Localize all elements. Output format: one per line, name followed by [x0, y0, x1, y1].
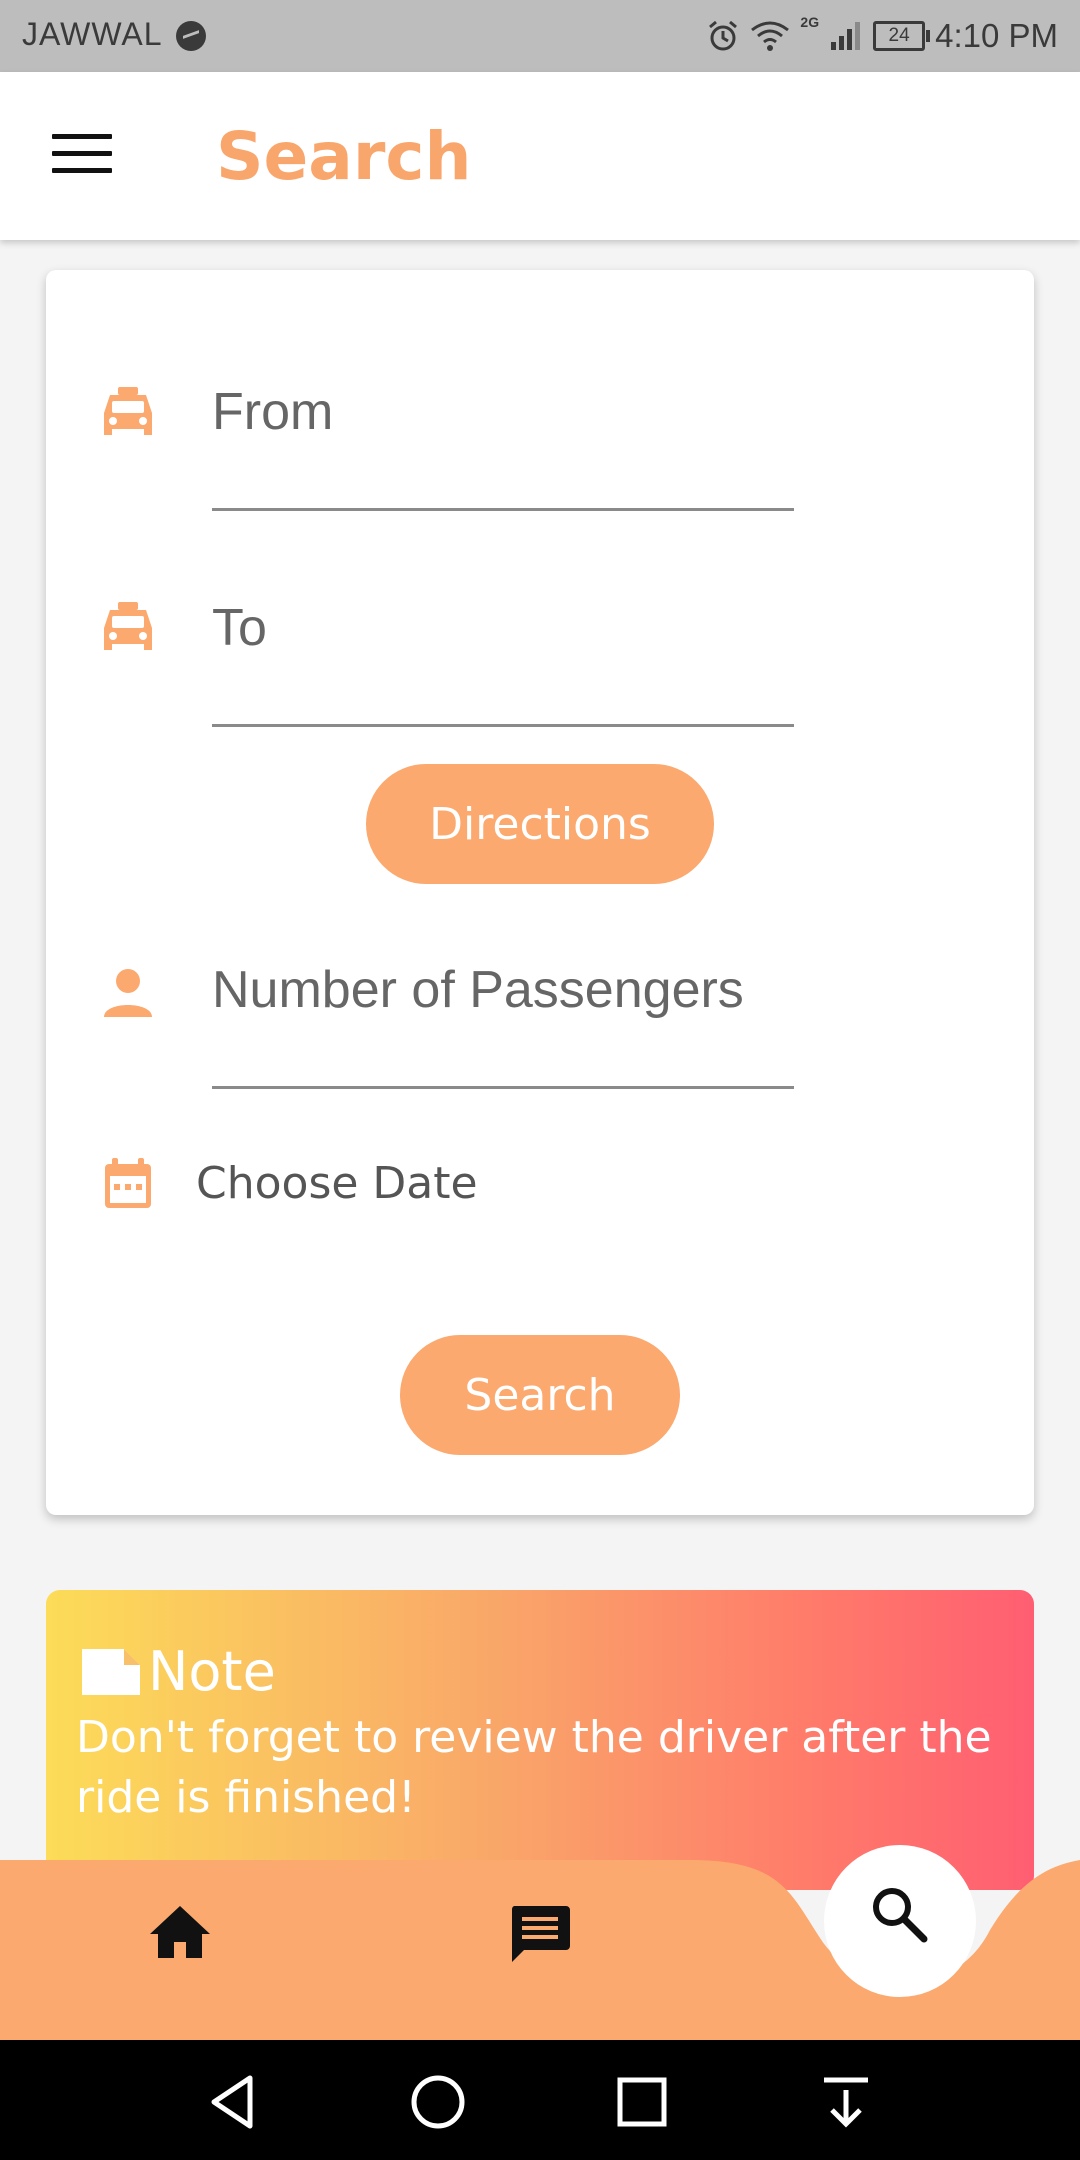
note-text: Don't forget to review the driver after … [76, 1712, 992, 1823]
hamburger-menu-icon[interactable] [52, 134, 112, 178]
battery-icon: 24 [873, 21, 931, 51]
to-underline [212, 724, 794, 727]
passengers-underline [212, 1086, 794, 1089]
clock: 4:10 PM [935, 17, 1058, 54]
app-bar: Search [0, 72, 1080, 240]
choose-date-label[interactable]: Choose Date [196, 1158, 478, 1209]
system-navigation-bar [0, 2040, 1080, 2160]
search-nav-button[interactable] [824, 1845, 976, 1997]
search-icon [873, 1888, 928, 1943]
directions-button[interactable]: Directions [366, 764, 714, 884]
chat-icon[interactable] [508, 1902, 572, 1966]
wifi-icon [751, 21, 790, 51]
note-header: Note [80, 1640, 276, 1703]
search-card: Directions Choose Date Search [46, 270, 1034, 1515]
note-title: Note [148, 1640, 276, 1703]
to-input[interactable] [212, 598, 794, 658]
home-icon[interactable] [148, 1902, 212, 1962]
taxi-icon [104, 602, 152, 650]
status-indicators: 2G 24 4:10 PM [706, 14, 1058, 58]
status-bar: JAWWAL 2G 24 4:10 PM [0, 0, 1080, 72]
from-underline [212, 508, 794, 511]
search-button[interactable]: Search [400, 1335, 680, 1455]
person-icon [104, 969, 152, 1017]
passengers-input[interactable] [212, 960, 794, 1020]
note-icon [82, 1648, 140, 1695]
page-title: Search [216, 118, 472, 195]
signal-icon [831, 22, 861, 50]
from-input[interactable] [212, 382, 794, 442]
calendar-icon [105, 1158, 151, 1208]
taxi-icon [104, 387, 152, 435]
carrier-name: JAWWAL [22, 16, 163, 52]
home-circle-icon[interactable] [408, 2072, 468, 2132]
network-type: 2G [800, 14, 820, 30]
notifications-pull-icon[interactable] [816, 2072, 876, 2132]
note-banner: Note Don't forget to review the driver a… [46, 1590, 1034, 1890]
messenger-icon [176, 21, 206, 51]
recents-icon[interactable] [612, 2072, 672, 2132]
alarm-icon [709, 20, 738, 51]
back-icon[interactable] [204, 2072, 264, 2132]
